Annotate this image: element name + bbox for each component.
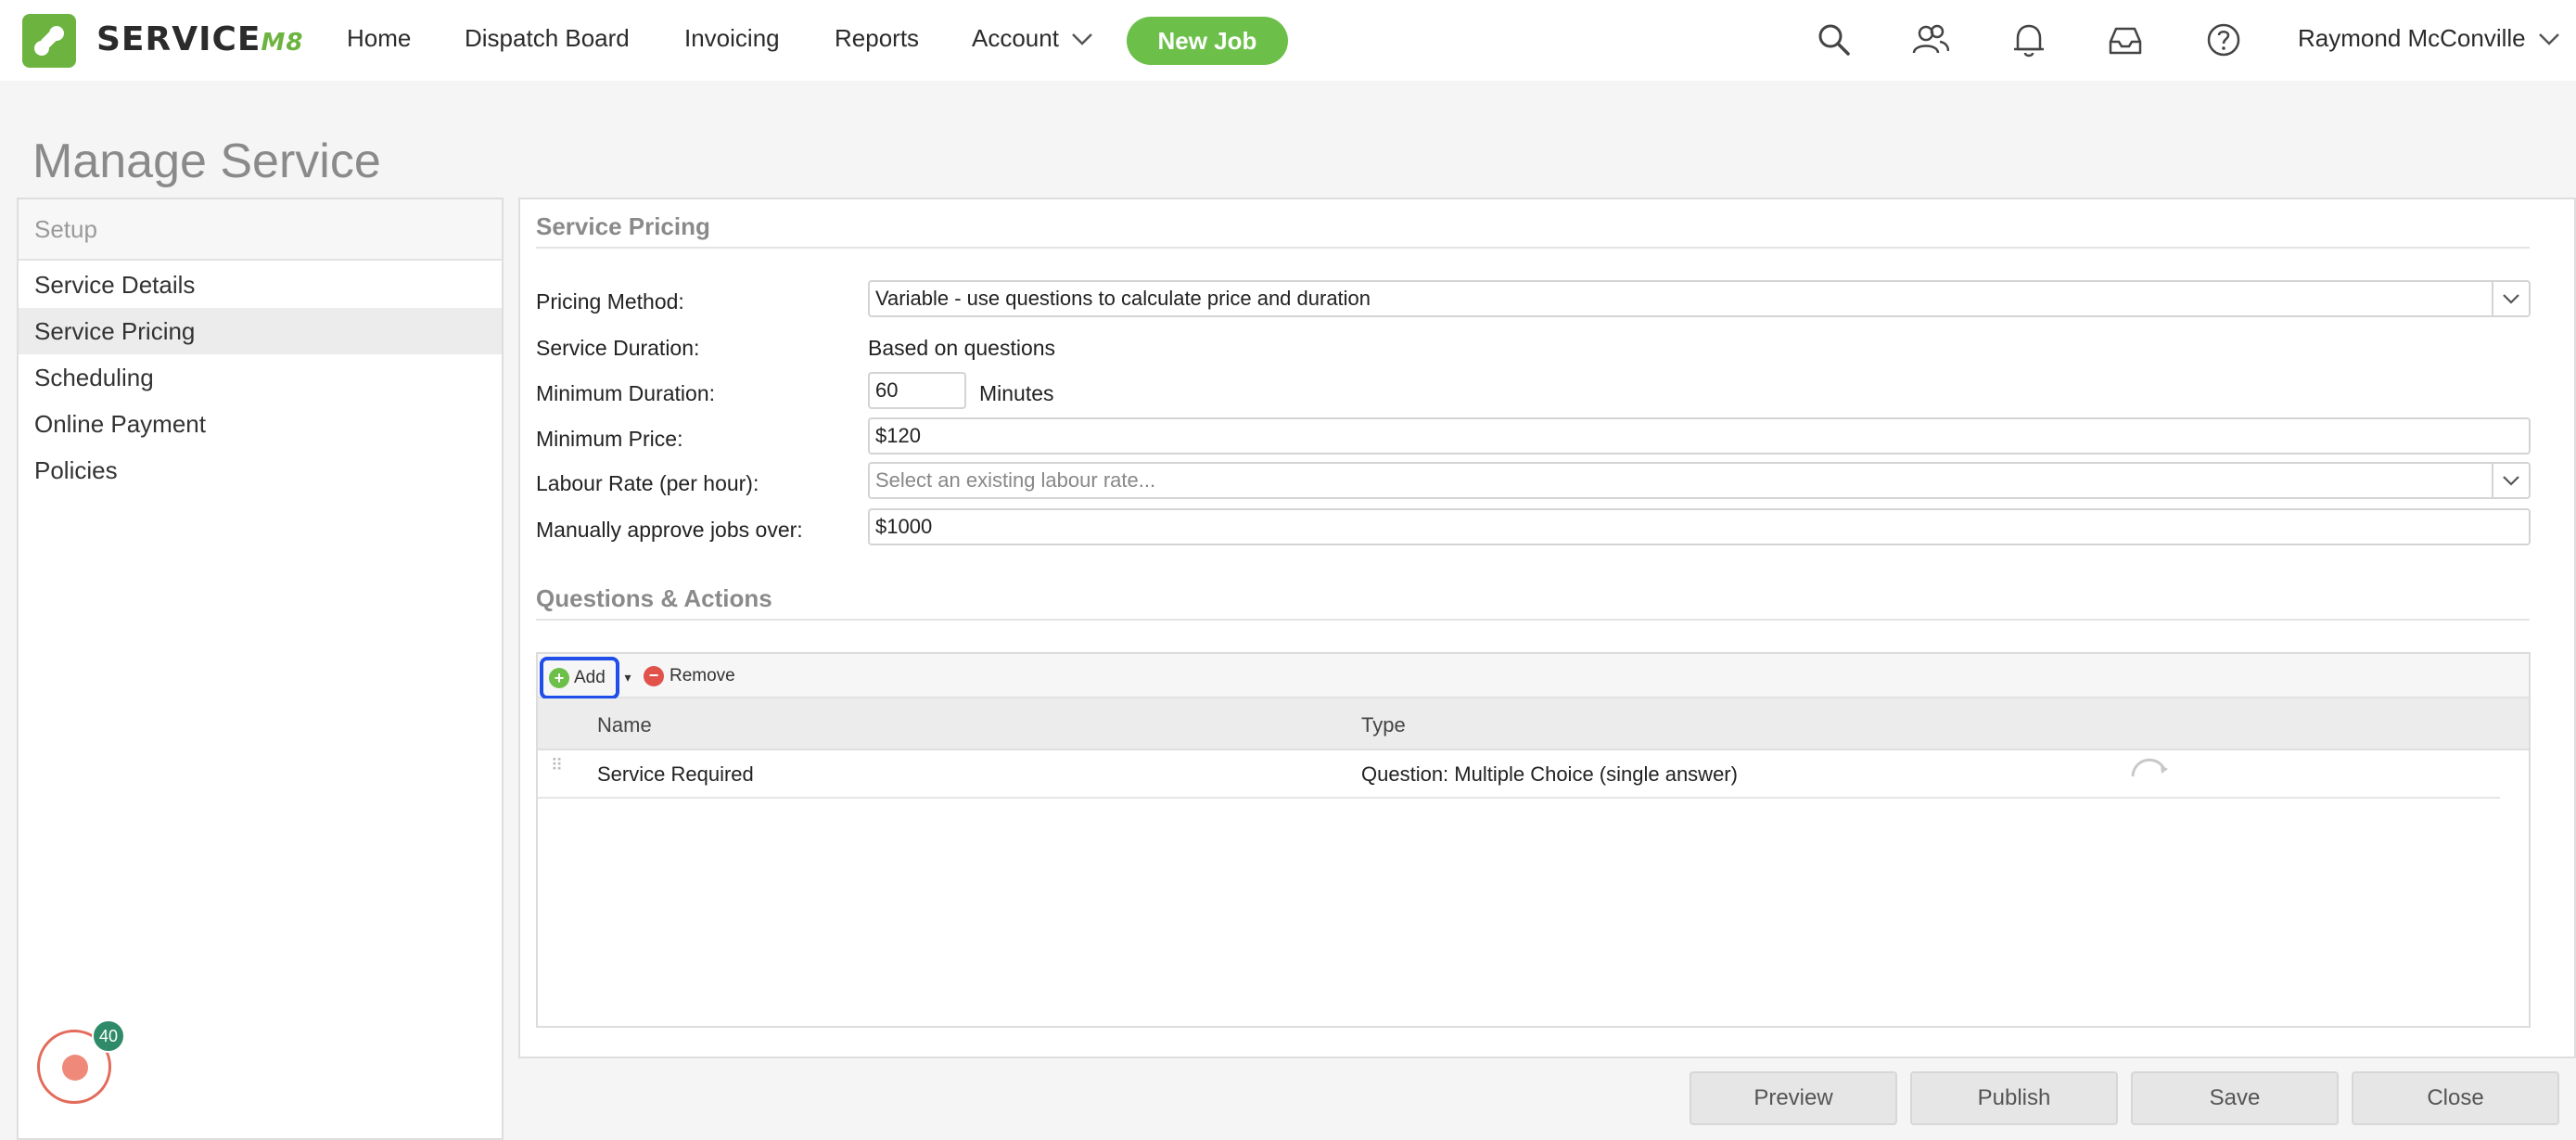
sidebar-item-policies[interactable]: Policies [19,447,502,493]
column-header-name[interactable]: Name [597,713,652,737]
add-plus-icon: + [549,668,569,688]
sidebar-item-service-details[interactable]: Service Details [19,262,502,308]
remove-button-label: Remove [670,666,735,685]
bell-icon[interactable] [2008,19,2050,61]
labour-rate-select[interactable]: Select an existing labour rate... [868,462,2531,499]
save-button[interactable]: Save [2131,1071,2339,1125]
add-question-button[interactable]: + Add [540,657,619,699]
add-button-label: Add [574,668,606,687]
question-name: Service Required [597,762,754,786]
nav-dispatch-board[interactable]: Dispatch Board [465,24,630,53]
notification-count-badge: 40 [92,1019,125,1053]
section-divider [536,619,2530,621]
minimum-duration-label: Minimum Duration: [536,381,715,405]
minimum-duration-input[interactable]: 60 [868,372,966,409]
loading-spinner-icon [2131,758,2168,777]
servicem8-logo-icon[interactable] [22,14,76,68]
record-widget-button[interactable]: 40 [37,1019,125,1104]
question-type: Question: Multiple Choice (single answer… [1361,762,1738,786]
new-job-button[interactable]: New Job [1127,17,1288,65]
sidebar-menu: Service Details Service Pricing Scheduli… [19,261,502,493]
table-row[interactable]: ⠿ Service Required Question: Multiple Ch… [538,750,2500,799]
preview-button[interactable]: Preview [1690,1071,1897,1125]
sidebar-item-online-payment[interactable]: Online Payment [19,401,502,447]
column-header-type[interactable]: Type [1361,713,1406,737]
chevron-down-icon[interactable] [1070,32,1094,46]
brand-wordmark[interactable]: SERVICEM8 [96,20,303,58]
section-divider [536,247,2530,249]
labour-rate-label: Labour Rate (per hour): [536,471,759,495]
service-duration-value: Based on questions [868,336,1056,360]
top-navigation-bar: SERVICEM8 Home Dispatch Board Invoicing … [0,0,2576,81]
approve-threshold-input[interactable]: $1000 [868,508,2531,545]
record-dot-icon [62,1055,88,1081]
approve-threshold-value: $1000 [875,515,933,538]
service-duration-label: Service Duration: [536,336,700,360]
minimum-price-value: $120 [875,424,921,447]
help-icon[interactable] [2202,19,2245,61]
inbox-icon[interactable] [2104,19,2147,61]
page-title: Manage Service [32,134,381,188]
nav-home[interactable]: Home [347,24,411,53]
questions-actions-title: Questions & Actions [536,584,772,612]
sidebar-item-service-pricing[interactable]: Service Pricing [19,308,502,354]
approve-threshold-label: Manually approve jobs over: [536,518,803,542]
remove-minus-icon: − [644,666,664,686]
publish-button[interactable]: Publish [1910,1071,2118,1125]
sidebar-header: Setup [19,199,502,261]
drag-handle-icon[interactable]: ⠿ [551,757,564,774]
nav-reports[interactable]: Reports [835,24,919,53]
brand-name: SERVICE [96,20,261,58]
search-icon[interactable] [1813,19,1855,61]
brand-suffix: M8 [261,29,304,57]
service-pricing-title: Service Pricing [536,212,710,240]
minimum-duration-unit: Minutes [979,381,1054,405]
questions-grid: + Add ▾ − Remove Name Type ⠿ Service Req… [536,652,2531,1028]
user-menu-name[interactable]: Raymond McConville [2298,24,2526,53]
pricing-method-select[interactable]: Variable - use questions to calculate pr… [868,280,2531,317]
chevron-down-icon[interactable] [2537,32,2561,46]
chevron-down-icon [2492,282,2529,315]
people-icon[interactable] [1909,19,1952,61]
grid-header-row: Name Type [538,698,2529,750]
add-dropdown-arrow-icon[interactable]: ▾ [621,665,634,689]
chevron-down-icon [2492,464,2529,497]
nav-invoicing[interactable]: Invoicing [684,24,780,53]
grid-toolbar: + Add ▾ − Remove [538,654,2529,699]
close-button[interactable]: Close [2352,1071,2559,1125]
minimum-price-label: Minimum Price: [536,427,683,451]
remove-question-button[interactable]: − Remove [644,663,735,689]
minimum-duration-value: 60 [875,378,899,402]
pricing-method-label: Pricing Method: [536,289,684,314]
setup-sidebar: Setup Service Details Service Pricing Sc… [17,198,504,1140]
minimum-price-input[interactable]: $120 [868,417,2531,455]
sidebar-item-scheduling[interactable]: Scheduling [19,354,502,401]
nav-account[interactable]: Account [972,24,1059,53]
pricing-method-value: Variable - use questions to calculate pr… [875,287,1371,310]
labour-rate-placeholder: Select an existing labour rate... [875,468,1156,492]
